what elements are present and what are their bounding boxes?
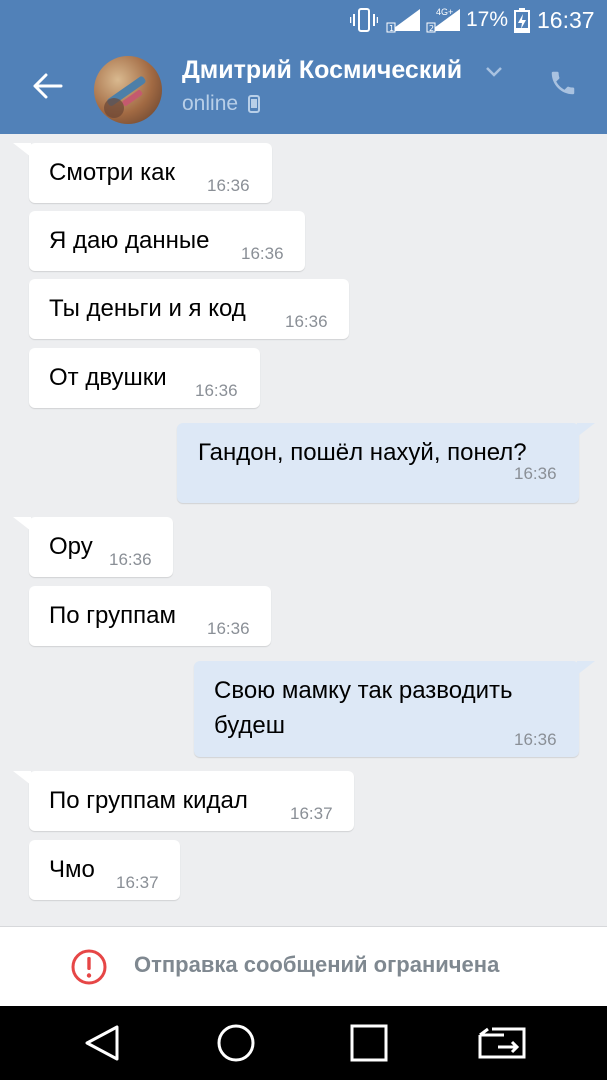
arrow-left-icon [33, 73, 63, 99]
message-time: 16:36 [514, 464, 557, 483]
vibrate-icon [350, 0, 378, 40]
message-text: Ты деньги и я код [49, 295, 246, 322]
battery-percent: 17% [466, 8, 509, 31]
message-text: Ору [49, 533, 93, 560]
message-text: Чмо [49, 856, 95, 883]
signal-sim1-icon: 1 [386, 0, 422, 40]
message-incoming[interactable]: Ору 16:36 [13, 517, 173, 577]
battery-icon [514, 0, 530, 40]
svg-text:2: 2 [429, 24, 434, 33]
mobile-icon [248, 95, 261, 113]
nav-switch-button[interactable] [472, 1018, 532, 1068]
message-text-line: будеш [214, 712, 286, 739]
nav-home-button[interactable] [206, 1018, 266, 1068]
message-incoming[interactable]: Чмо 16:37 [29, 840, 180, 900]
message-time: 16:36 [195, 381, 238, 400]
message-incoming[interactable]: Я даю данные 16:36 [29, 211, 305, 271]
message-incoming[interactable]: По группам кидал 16:37 [13, 771, 354, 831]
message-outgoing[interactable]: Свою мамку так разводить будеш 16:36 [194, 661, 595, 757]
online-status: online [182, 92, 261, 116]
message-list[interactable]: Смотри как 16:36 Я даю данные 16:36 Ты д… [0, 134, 607, 926]
triangle-back-icon [85, 1025, 119, 1061]
chevron-down-icon[interactable] [486, 64, 502, 82]
message-incoming[interactable]: От двушки 16:36 [29, 348, 260, 408]
nav-recents-button[interactable] [339, 1018, 399, 1068]
switch-apps-icon [478, 1027, 526, 1059]
message-time: 16:36 [207, 176, 250, 195]
back-button[interactable] [28, 62, 68, 110]
clock: 16:37 [537, 6, 595, 33]
message-time: 16:37 [116, 873, 159, 892]
header: 1 2 4G+ 17% 16:37 Дмитрий Космический on… [0, 0, 607, 134]
message-outgoing[interactable]: Гандон, пошёл нахуй, понел? 16:36 [177, 423, 595, 503]
svg-text:1: 1 [389, 24, 394, 33]
navigation-bar [0, 1006, 607, 1080]
phone-icon [551, 71, 575, 95]
message-time: 16:36 [285, 312, 328, 331]
message-time: 16:36 [207, 619, 250, 638]
square-recents-icon [350, 1024, 388, 1062]
messaging-restricted-banner: Отправка сообщений ограничена [0, 926, 607, 1007]
contact-name[interactable]: Дмитрий Космический [182, 56, 462, 85]
nav-back-button[interactable] [72, 1018, 132, 1068]
circle-home-icon [217, 1024, 255, 1062]
message-incoming[interactable]: Ты деньги и я код 16:36 [29, 279, 349, 339]
network-type-label: 4G+ [436, 7, 454, 17]
message-time: 16:36 [514, 730, 557, 749]
message-text: Я даю данные [49, 227, 210, 254]
message-text-line: Свою мамку так разводить [214, 677, 513, 704]
message-time: 16:37 [290, 804, 333, 823]
status-bar: 1 2 4G+ 17% 16:37 [0, 0, 607, 40]
message-incoming[interactable]: Смотри как 16:36 [13, 143, 272, 203]
message-time: 16:36 [241, 244, 284, 263]
message-incoming[interactable]: По группам 16:36 [29, 586, 271, 646]
restriction-text: Отправка сообщений ограничена [134, 952, 500, 977]
message-text: По группам кидал [49, 787, 248, 814]
message-text: От двушки [49, 364, 167, 391]
app-bar: Дмитрий Космический online [0, 40, 607, 134]
message-text: По группам [49, 602, 176, 629]
message-time: 16:36 [109, 550, 152, 569]
message-text: Гандон, пошёл нахуй, понел? [198, 439, 527, 466]
call-button[interactable] [548, 68, 578, 103]
message-text: Смотри как [49, 159, 175, 186]
online-status-label: online [182, 92, 239, 115]
alert-circle-icon [71, 949, 107, 985]
avatar[interactable] [94, 56, 162, 124]
